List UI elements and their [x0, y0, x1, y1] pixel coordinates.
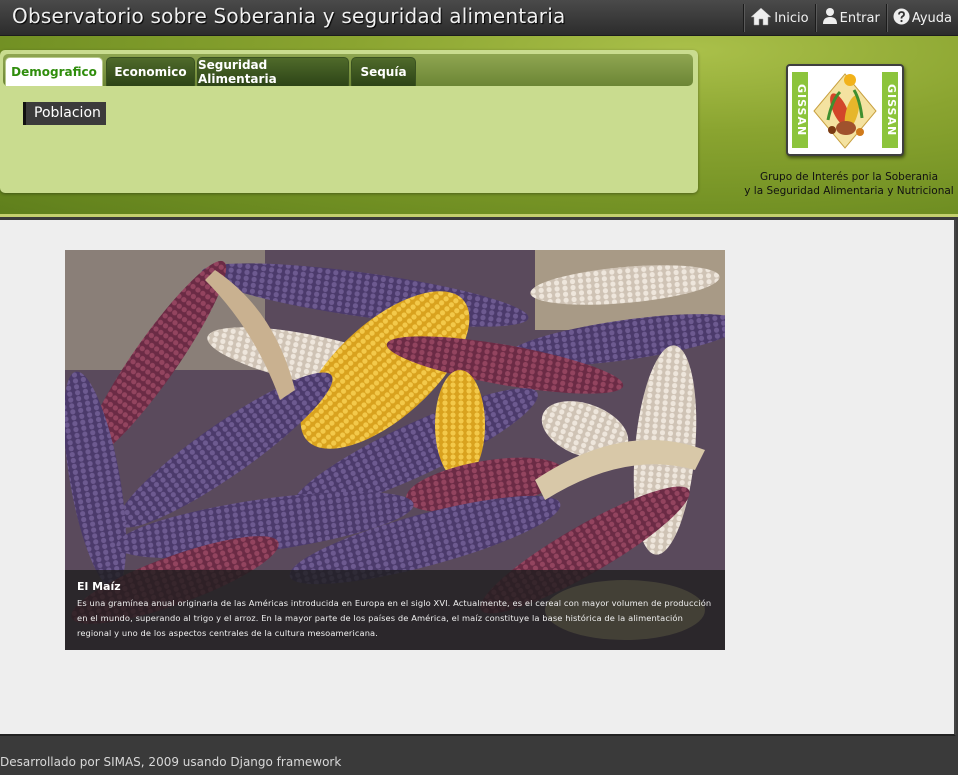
tab-strip: Demografico Economico Seguridad Alimenta… — [3, 54, 693, 86]
nav-ayuda-label: Ayuda — [911, 10, 952, 26]
gissan-logo-text-left: GISSAN — [792, 72, 808, 148]
tab-economico[interactable]: Economico — [106, 57, 195, 86]
tab-sequia[interactable]: Sequía — [351, 57, 416, 86]
top-bar: Observatorio sobre Soberania y seguridad… — [0, 0, 958, 36]
home-icon — [750, 6, 774, 30]
tab-demografico[interactable]: Demografico — [5, 57, 103, 86]
nav-entrar-label: Entrar — [839, 10, 880, 26]
site-title: Observatorio sobre Soberania y seguridad… — [12, 4, 566, 28]
tab-seguridad-alimentaria[interactable]: Seguridad Alimentaria — [197, 57, 349, 86]
nav-inicio-label: Inicio — [774, 10, 809, 26]
logo-caption-line1: Grupo de Interés por la Soberania — [759, 171, 939, 183]
nav-inicio[interactable]: Inicio — [743, 4, 814, 32]
gissan-logo-text-right: GISSAN — [882, 72, 898, 148]
gissan-logo[interactable]: GISSAN GISSAN — [786, 64, 904, 156]
feature-image-slide[interactable]: El Maíz Es una gramínea anual originaria… — [65, 250, 725, 650]
feature-title: El Maíz — [77, 580, 121, 593]
logo-caption: Grupo de Interés por la Soberania y la S… — [744, 170, 954, 198]
footer-credits: Desarrollado por SIMAS, 2009 usando Djan… — [0, 755, 342, 769]
header-banner: Demografico Economico Seguridad Alimenta… — [0, 36, 958, 217]
feature-caption: El Maíz Es una gramínea anual originaria… — [65, 570, 725, 650]
user-icon — [822, 7, 840, 29]
poblacion-link[interactable]: Poblacion — [23, 102, 106, 125]
nav-ayuda[interactable]: Ayuda — [885, 4, 958, 32]
nav-entrar[interactable]: Entrar — [814, 4, 886, 32]
top-navigation: Inicio Entrar Ayuda — [743, 4, 958, 32]
feature-description: Es una gramínea anual originaria de las … — [77, 598, 712, 638]
corn-emblem-icon — [813, 73, 877, 149]
main-content: El Maíz Es una gramínea anual originaria… — [0, 220, 956, 736]
tabs-panel: Demografico Economico Seguridad Alimenta… — [0, 50, 698, 193]
help-icon — [893, 8, 912, 29]
logo-caption-line2: y la Seguridad Alimentaria y Nutricional — [744, 185, 954, 197]
